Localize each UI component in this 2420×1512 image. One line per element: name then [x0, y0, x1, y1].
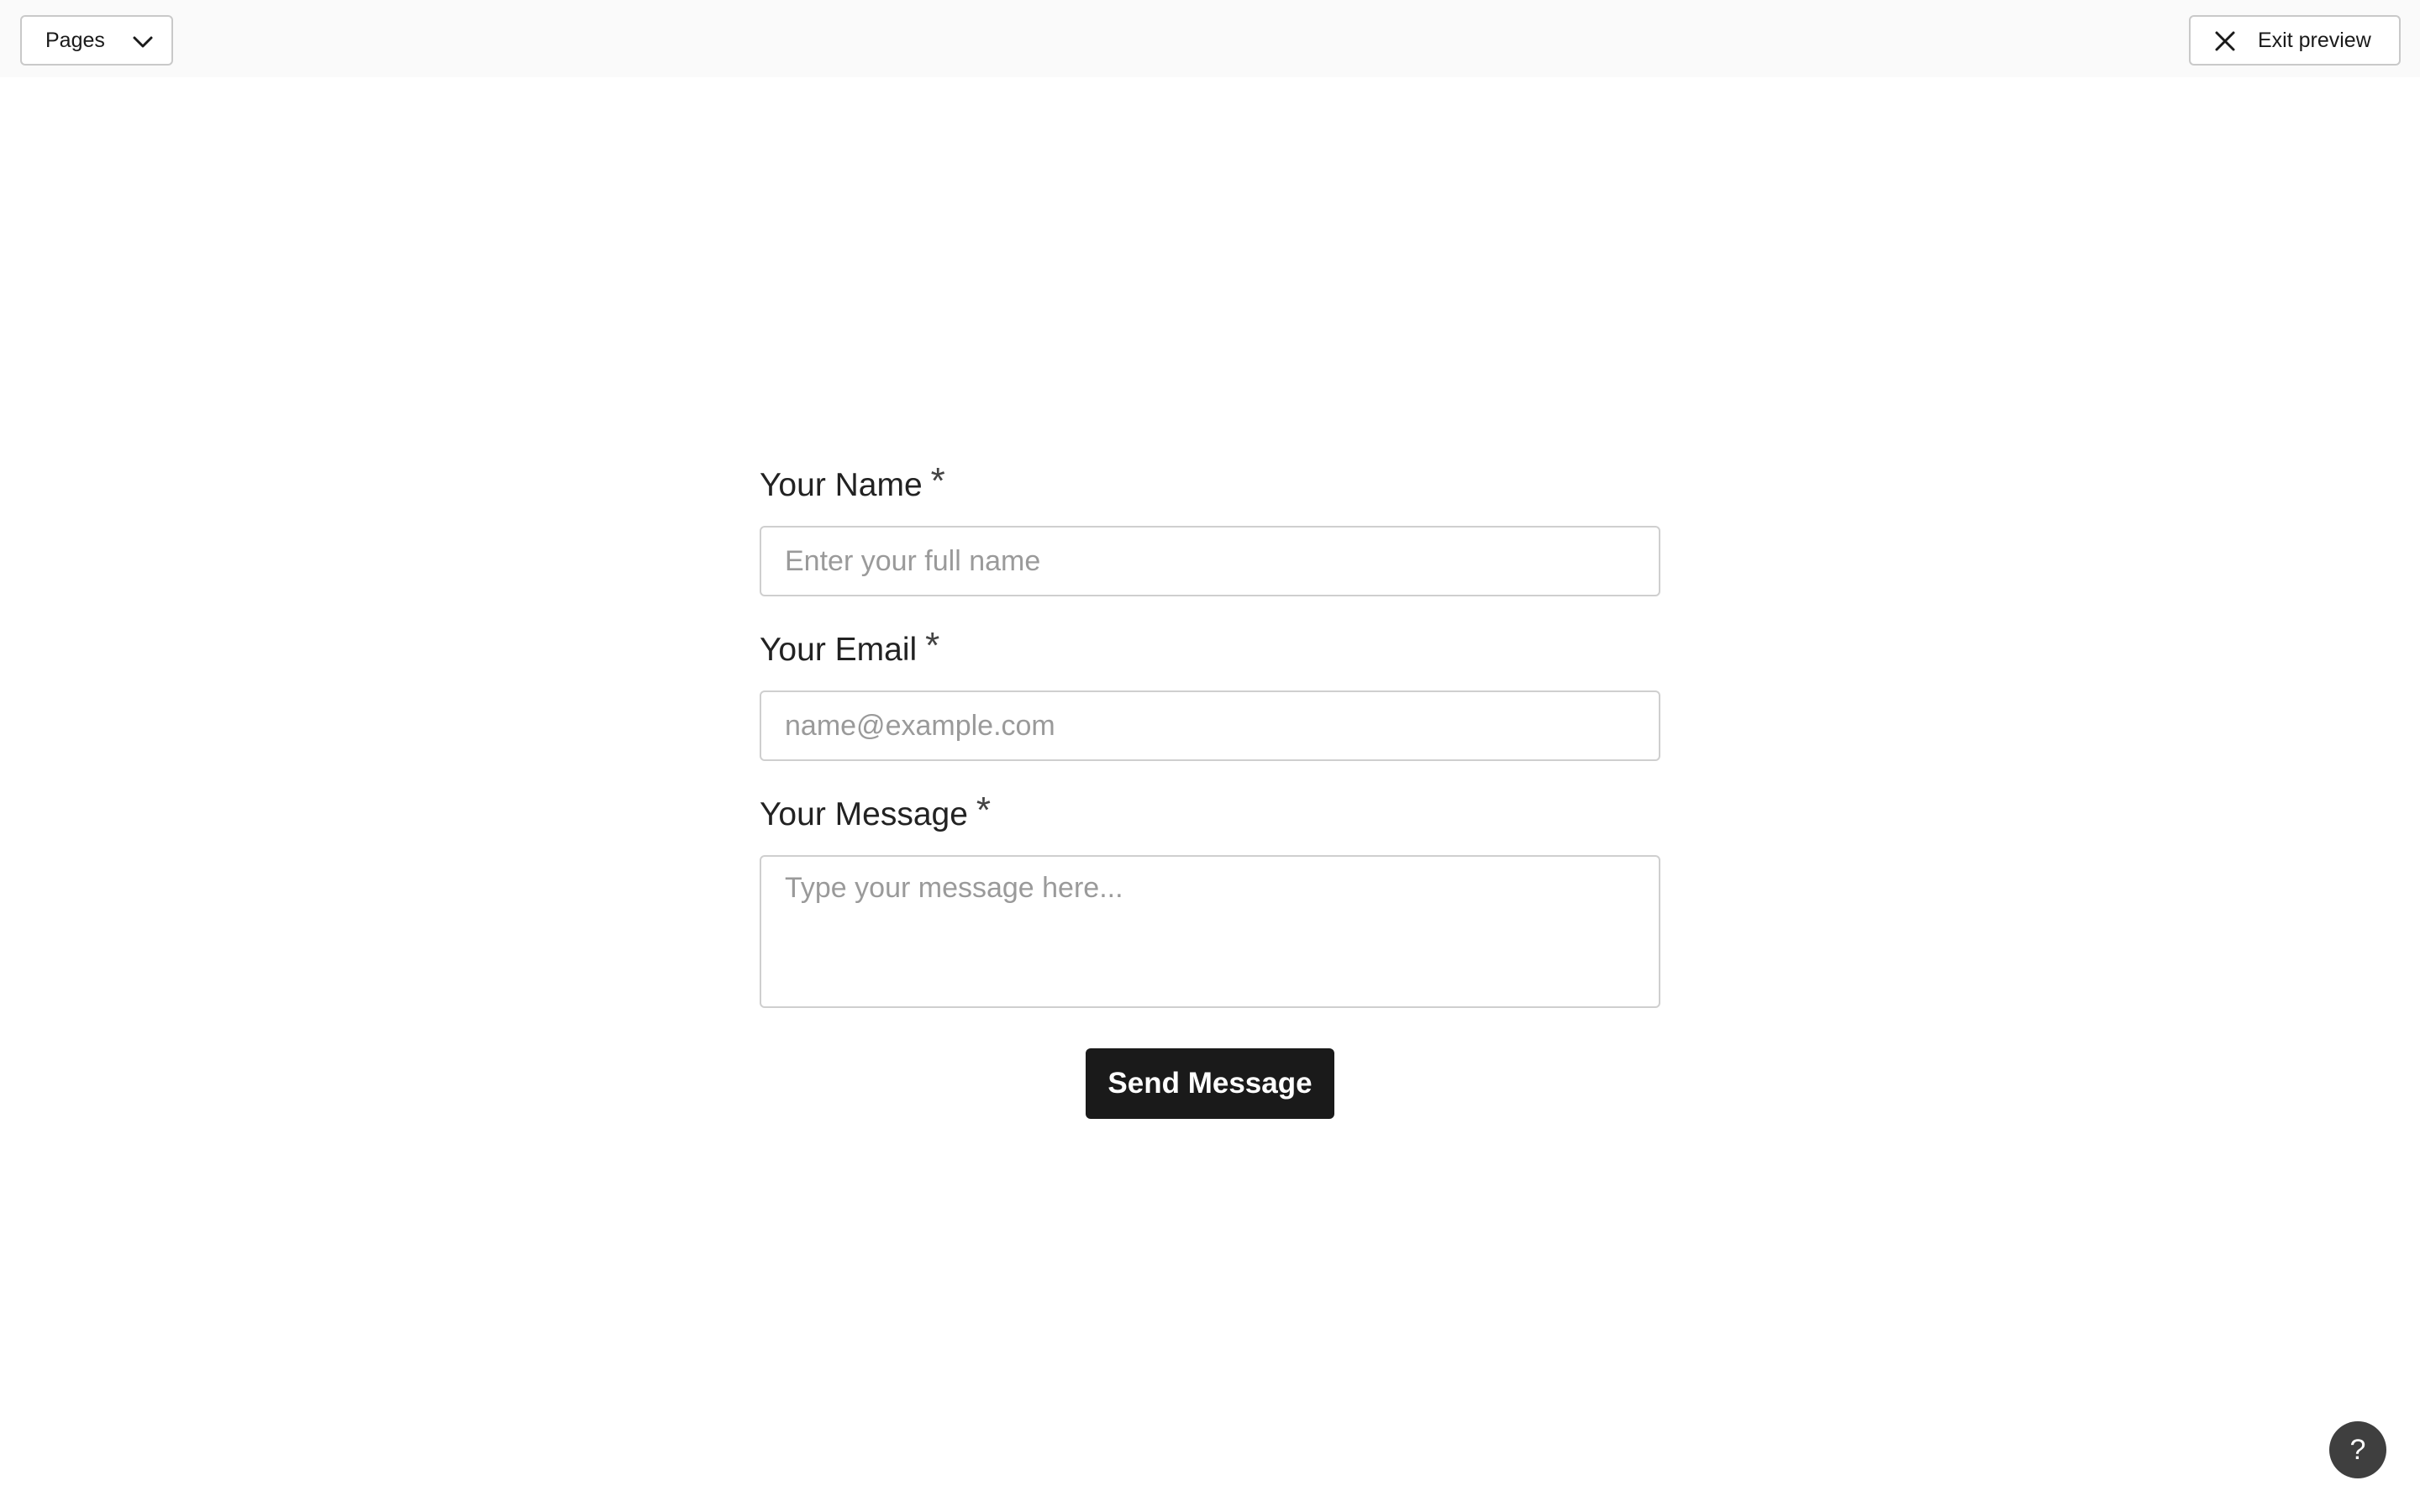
name-label-text: Your Name — [760, 467, 923, 503]
exit-preview-label: Exit preview — [2258, 28, 2371, 52]
name-label: Your Name * — [760, 460, 945, 504]
message-label-text: Your Message — [760, 796, 968, 832]
pages-dropdown-button[interactable]: Pages — [20, 15, 173, 66]
name-input[interactable] — [760, 526, 1660, 596]
email-label-text: Your Email — [760, 632, 918, 668]
chevron-down-icon — [133, 36, 153, 48]
send-message-button[interactable]: Send Message — [1086, 1048, 1334, 1119]
message-textarea[interactable] — [760, 855, 1660, 1008]
exit-preview-button[interactable]: Exit preview — [2189, 15, 2401, 66]
message-label: Your Message * — [760, 790, 991, 833]
preview-toolbar: Pages Exit preview — [0, 0, 2420, 77]
required-asterisk: * — [925, 625, 940, 666]
required-asterisk: * — [976, 790, 992, 831]
close-icon — [2215, 31, 2235, 51]
question-mark-icon: ? — [2349, 1433, 2366, 1466]
pages-button-label: Pages — [45, 28, 105, 52]
required-asterisk: * — [930, 460, 945, 501]
email-label: Your Email * — [760, 625, 939, 669]
help-button[interactable]: ? — [2329, 1421, 2386, 1478]
email-input[interactable] — [760, 690, 1660, 761]
